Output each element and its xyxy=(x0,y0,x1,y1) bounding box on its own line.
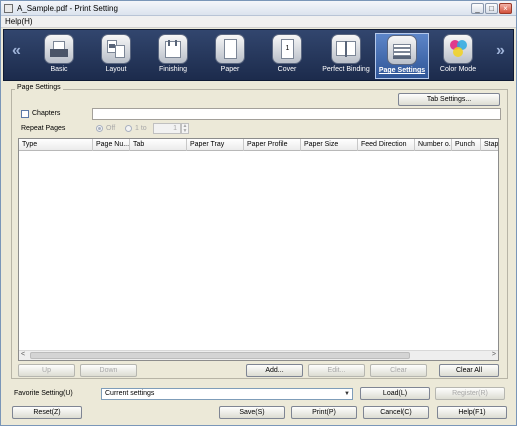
scrollbar-thumb[interactable] xyxy=(30,352,410,359)
toolbar-item-cover[interactable]: 1 Cover xyxy=(261,33,313,79)
column-paper-size[interactable]: Paper Size xyxy=(301,139,358,151)
scroll-left-icon[interactable]: « xyxy=(12,42,21,60)
favorite-setting-dropdown[interactable]: Current settings ▼ xyxy=(101,388,353,400)
favorite-setting-label: Favorite Setting(U) xyxy=(14,390,73,397)
close-button[interactable]: × xyxy=(499,3,512,14)
repeat-off-radio[interactable] xyxy=(96,125,103,132)
toolbar-item-basic[interactable]: Basic xyxy=(33,33,85,79)
toolbar-label-layout: Layout xyxy=(105,66,127,73)
function-toolbar: « Basic Layout Finishing Paper 1 Cover P… xyxy=(3,29,514,81)
load-button[interactable]: Load(L) xyxy=(360,387,430,400)
page-settings-group-title: Page Settings xyxy=(15,84,63,91)
toolbar-label-finishing: Finishing xyxy=(158,66,187,73)
chapters-label: Chapters xyxy=(32,110,61,117)
toolbar-label-perfect-binding: Perfect Binding xyxy=(322,66,370,73)
window-title: A_Sample.pdf - Print Setting xyxy=(17,4,118,13)
toolbar-item-paper[interactable]: Paper xyxy=(204,33,256,79)
toolbar-label-basic: Basic xyxy=(50,66,68,73)
chevron-down-icon[interactable]: ▼ xyxy=(344,389,350,399)
toolbar-item-page-settings[interactable]: Page Settings xyxy=(375,33,429,79)
column-punch[interactable]: Punch xyxy=(452,139,481,151)
column-feed-direction[interactable]: Feed Direction xyxy=(358,139,415,151)
column-page-number[interactable]: Page Nu... xyxy=(93,139,130,151)
print-setting-window: A_Sample.pdf - Print Setting _ □ × Help(… xyxy=(0,0,517,426)
reset-button[interactable]: Reset(Z) xyxy=(12,406,82,419)
maximize-button[interactable]: □ xyxy=(485,3,498,14)
up-button[interactable]: Up xyxy=(18,364,75,377)
clear-all-button[interactable]: Clear All xyxy=(439,364,499,377)
toolbar-item-layout[interactable]: Layout xyxy=(90,33,142,79)
toolbar-label-color-mode: Color Mode xyxy=(439,66,477,73)
page-settings-icon xyxy=(387,35,417,65)
menu-help[interactable]: Help(H) xyxy=(5,17,33,26)
favorite-setting-value: Current settings xyxy=(105,390,155,397)
minimize-button[interactable]: _ xyxy=(471,3,484,14)
down-button[interactable]: Down xyxy=(80,364,137,377)
app-icon xyxy=(4,4,13,13)
scroll-left-arrow-icon[interactable]: < xyxy=(21,351,25,358)
column-type[interactable]: Type xyxy=(19,139,93,151)
repeat-off-label: Off xyxy=(106,125,116,132)
register-button[interactable]: Register(R) xyxy=(435,387,505,400)
toolbar-label-page-settings: Page Settings xyxy=(378,67,426,74)
chapters-input[interactable] xyxy=(92,108,501,120)
scroll-right-icon[interactable]: » xyxy=(496,42,505,60)
print-button[interactable]: Print(P) xyxy=(291,406,357,419)
clear-button[interactable]: Clear xyxy=(370,364,427,377)
layout-icon xyxy=(101,34,131,64)
column-paper-tray[interactable]: Paper Tray xyxy=(187,139,244,151)
cancel-button[interactable]: Cancel(C) xyxy=(363,406,429,419)
perfect-binding-icon xyxy=(331,34,361,64)
edit-button[interactable]: Edit... xyxy=(308,364,365,377)
chapters-checkbox[interactable] xyxy=(21,110,29,118)
help-button[interactable]: Help(F1) xyxy=(437,406,507,419)
repeat-count-spinner[interactable]: ▲ ▼ xyxy=(181,123,189,134)
column-paper-profile[interactable]: Paper Profile xyxy=(244,139,301,151)
paper-icon xyxy=(215,34,245,64)
toolbar-item-color-mode[interactable]: Color Mode xyxy=(432,33,484,79)
tab-settings-button[interactable]: Tab Settings... xyxy=(398,93,500,106)
repeat-1to-label: 1 to xyxy=(135,125,147,132)
column-tab[interactable]: Tab xyxy=(130,139,187,151)
scroll-right-arrow-icon[interactable]: > xyxy=(492,351,496,358)
menu-bar: Help(H) xyxy=(1,16,516,28)
toolbar-label-paper: Paper xyxy=(220,66,240,73)
save-button[interactable]: Save(S) xyxy=(219,406,285,419)
page-settings-table[interactable]: Type Page Nu... Tab Paper Tray Paper Pro… xyxy=(18,138,499,361)
color-mode-icon xyxy=(443,34,473,64)
finishing-icon xyxy=(158,34,188,64)
column-staple[interactable]: Stapl xyxy=(481,139,498,151)
title-bar[interactable]: A_Sample.pdf - Print Setting _ □ × xyxy=(1,1,516,16)
table-horizontal-scrollbar[interactable]: < > xyxy=(19,350,498,360)
toolbar-item-perfect-binding[interactable]: Perfect Binding xyxy=(318,33,374,79)
repeat-1to-radio[interactable] xyxy=(125,125,132,132)
add-button[interactable]: Add... xyxy=(246,364,303,377)
basic-icon xyxy=(44,34,74,64)
toolbar-item-finishing[interactable]: Finishing xyxy=(147,33,199,79)
repeat-count-input[interactable]: 1 xyxy=(153,123,181,134)
table-header: Type Page Nu... Tab Paper Tray Paper Pro… xyxy=(19,139,498,151)
column-number-of[interactable]: Number o... xyxy=(415,139,452,151)
cover-icon: 1 xyxy=(272,34,302,64)
repeat-pages-label: Repeat Pages xyxy=(21,125,66,132)
toolbar-label-cover: Cover xyxy=(277,66,297,73)
